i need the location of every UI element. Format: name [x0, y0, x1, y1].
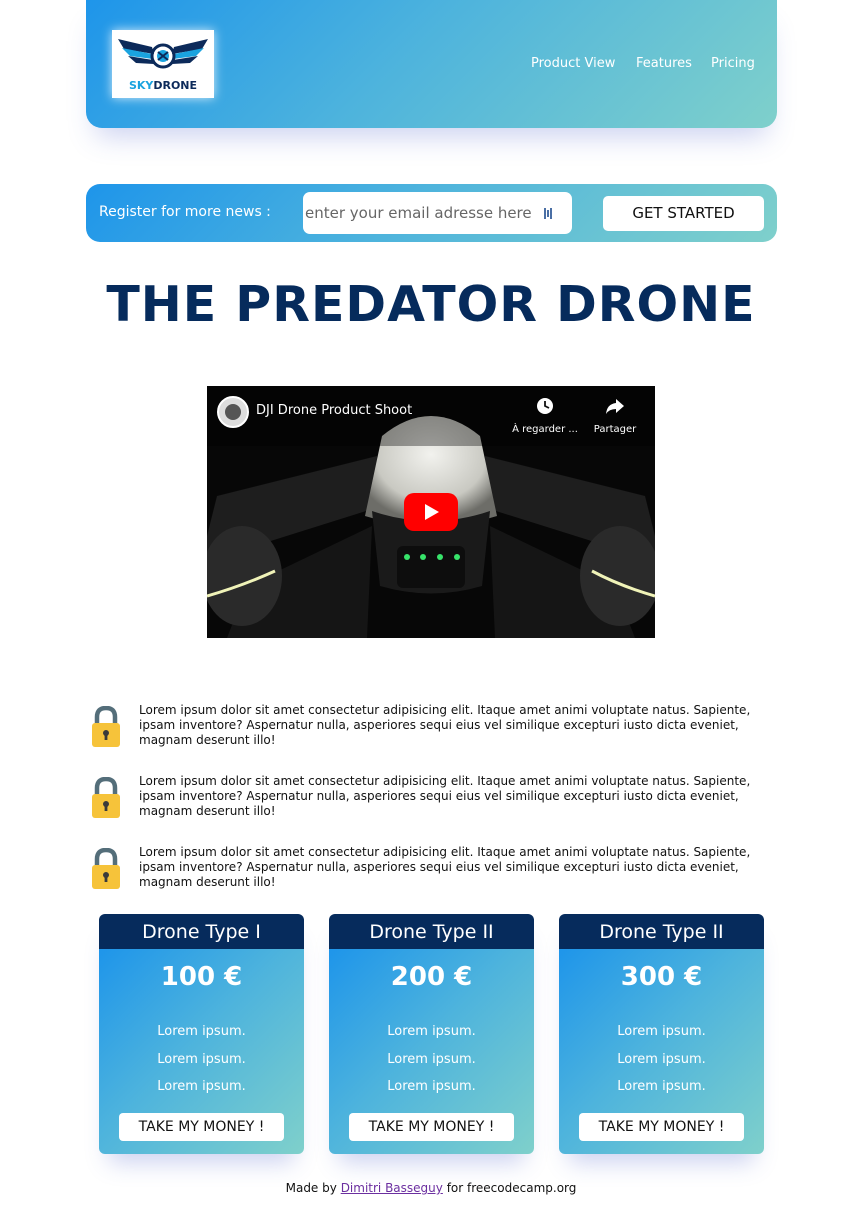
lock-icon — [92, 706, 120, 747]
pricing-feature: Lorem ipsum. — [157, 1079, 246, 1094]
lock-icon — [92, 848, 120, 889]
take-my-money-button[interactable]: TAKE MY MONEY ! — [579, 1113, 744, 1141]
get-started-button[interactable]: GET STARTED — [603, 196, 764, 231]
price: 200 € — [390, 962, 473, 992]
header: SKYDRONE Product View Features Pricing — [86, 0, 777, 128]
pricing-card-title: Drone Type II — [559, 914, 764, 949]
take-my-money-button[interactable]: TAKE MY MONEY ! — [349, 1113, 514, 1141]
pricing-feature: Lorem ipsum. — [157, 1024, 246, 1039]
pricing-card-3: Drone Type II 300 € Lorem ipsum. Lorem i… — [559, 914, 764, 1154]
pricing-card-body: 300 € Lorem ipsum. Lorem ipsum. Lorem ip… — [559, 949, 764, 1154]
nav-pricing[interactable]: Pricing — [711, 56, 755, 71]
feature-item: Lorem ipsum dolor sit amet consectetur a… — [90, 774, 780, 824]
lock-icon — [92, 777, 120, 818]
drone-wings-icon — [118, 39, 208, 69]
share-button[interactable]: Partager — [590, 396, 640, 435]
price: 100 € — [160, 962, 243, 992]
logo-sky: SKY — [128, 79, 154, 92]
logo-drone: DRONE — [153, 79, 198, 92]
text-cursor-icon — [544, 208, 552, 219]
email-input[interactable]: enter your email adresse here — [303, 192, 572, 234]
pricing-feature: Lorem ipsum. — [387, 1079, 476, 1094]
pricing-feature: Lorem ipsum. — [387, 1024, 476, 1039]
skydrone-logo[interactable]: SKYDRONE — [112, 30, 214, 98]
pricing-card-2: Drone Type II 200 € Lorem ipsum. Lorem i… — [329, 914, 534, 1154]
pricing-feature: Lorem ipsum. — [387, 1052, 476, 1067]
register-bar: Register for more news : enter your emai… — [86, 184, 777, 242]
feature-text: Lorem ipsum dolor sit amet consectetur a… — [139, 703, 751, 747]
take-my-money-button[interactable]: TAKE MY MONEY ! — [119, 1113, 284, 1141]
feature-text: Lorem ipsum dolor sit amet consectetur a… — [139, 774, 751, 818]
watch-later-button[interactable]: À regarder ... — [510, 396, 580, 435]
feature-text: Lorem ipsum dolor sit amet consectetur a… — [139, 845, 751, 889]
clock-icon — [537, 398, 553, 414]
pricing-card-1: Drone Type I 100 € Lorem ipsum. Lorem ip… — [99, 914, 304, 1154]
watch-later-label: À regarder ... — [512, 424, 578, 435]
footer-suffix: for freecodecamp.org — [446, 1181, 577, 1195]
play-button-icon[interactable] — [404, 493, 458, 531]
pricing-feature: Lorem ipsum. — [617, 1052, 706, 1067]
pricing-card-body: 100 € Lorem ipsum. Lorem ipsum. Lorem ip… — [99, 949, 304, 1154]
email-placeholder: enter your email adresse here — [305, 204, 532, 222]
channel-avatar[interactable] — [217, 396, 249, 428]
nav-product-view[interactable]: Product View — [531, 56, 615, 71]
nav-features[interactable]: Features — [636, 56, 692, 71]
pricing-feature: Lorem ipsum. — [157, 1052, 246, 1067]
footer: Made by Dimitri Basseguy for freecodecam… — [0, 1181, 862, 1195]
feature-item: Lorem ipsum dolor sit amet consectetur a… — [90, 845, 780, 895]
pricing-feature: Lorem ipsum. — [617, 1079, 706, 1094]
price: 300 € — [620, 962, 703, 992]
pricing-feature: Lorem ipsum. — [617, 1024, 706, 1039]
author-link[interactable]: Dimitri Basseguy — [341, 1181, 443, 1195]
logo-text: SKYDRONE — [112, 79, 214, 92]
share-label: Partager — [593, 424, 637, 435]
pricing-card-title: Drone Type II — [329, 914, 534, 949]
footer-prefix: Made by — [285, 1181, 337, 1195]
pricing-card-title: Drone Type I — [99, 914, 304, 949]
share-arrow-icon — [606, 399, 624, 414]
video-player[interactable]: DJI Drone Product Shoot À regarder ... P… — [207, 386, 655, 638]
video-title[interactable]: DJI Drone Product Shoot — [256, 403, 412, 418]
pricing-card-body: 200 € Lorem ipsum. Lorem ipsum. Lorem ip… — [329, 949, 534, 1154]
register-label: Register for more news : — [99, 204, 271, 220]
feature-item: Lorem ipsum dolor sit amet consectetur a… — [90, 703, 780, 753]
page-title: THE PREDATOR DRONE — [106, 276, 756, 333]
